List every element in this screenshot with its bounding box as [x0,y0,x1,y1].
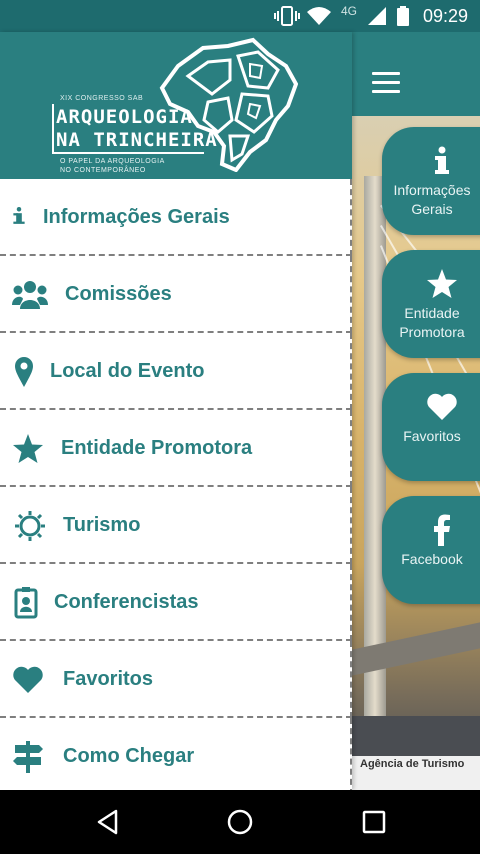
menu-item-comissoes[interactable]: Comissões [0,256,352,333]
network-type: 4G [341,4,358,18]
heart-icon [13,666,43,693]
menu-item-label: Conferencistas [54,591,199,613]
fab-label: Facebook [401,551,463,567]
wifi-icon [307,7,331,25]
logo-congress: XIX CONGRESSO SAB [60,95,144,102]
id-badge-icon [14,587,38,619]
facebook-icon [434,514,450,546]
fab-facebook[interactable]: Facebook [382,496,480,604]
photo-caption: Agência de Turismo [360,758,465,770]
logo-title-line1: ARQUEOLOGIA [56,106,193,128]
menu-item-favoritos[interactable]: Favoritos [0,641,352,718]
fab-entidade-promotora[interactable]: Entidade Promotora [382,250,480,358]
map-pin-icon [15,357,33,387]
fab-favoritos[interactable]: Favoritos [382,373,480,481]
hamburger-menu-icon[interactable] [372,72,400,94]
fab-label: Favoritos [403,428,461,444]
users-icon [12,281,48,309]
heart-icon [427,393,457,420]
menu-item-label: Como Chegar [63,745,195,767]
menu-item-como-chegar[interactable]: Como Chegar [0,718,352,790]
navigation-drawer: XIX CONGRESSO SAB ARQUEOLOGIA NA TRINCHE… [0,32,352,790]
logo-title-line2: NA TRINCHEIRA [56,129,218,151]
menu-item-informacoes-gerais[interactable]: Informações Gerais [0,179,352,256]
fab-informacoes-gerais[interactable]: Informações Gerais [382,127,480,235]
vibrate-icon [274,6,300,26]
home-icon[interactable] [226,808,254,836]
fab-label: Informações Gerais [393,182,471,217]
menu-item-conferencistas[interactable]: Conferencistas [0,564,352,641]
info-icon [13,207,25,224]
main-content: Agência de Turismo Informações Gerais En… [352,32,480,790]
status-bar: 4G 09:29 [0,0,480,32]
star-icon [13,434,43,463]
signpost-icon [13,741,43,773]
menu-item-label: Informações Gerais [43,206,230,228]
drawer-menu: Informações Gerais Comissões Local do Ev… [0,179,352,790]
battery-icon [397,6,409,26]
clock: 09:29 [422,6,468,26]
logo-subtitle-line1: O PAPEL DA ARQUEOLOGIA [60,158,165,165]
menu-item-label: Entidade Promotora [61,437,253,459]
logo-subtitle-line2: NO CONTEMPORÂNEO [60,167,146,174]
menu-item-label: Local do Evento [50,360,205,382]
menu-item-entidade-promotora[interactable]: Entidade Promotora [0,410,352,487]
star-icon [427,269,457,298]
system-navigation-bar [0,790,480,854]
menu-item-label: Comissões [65,283,172,305]
menu-item-label: Favoritos [63,668,154,690]
drawer-header: XIX CONGRESSO SAB ARQUEOLOGIA NA TRINCHE… [0,32,352,179]
sun-icon [15,511,45,541]
app-bar [352,32,480,116]
menu-item-label: Turismo [63,514,141,536]
menu-item-turismo[interactable]: Turismo [0,487,352,564]
signal-icon [368,7,386,25]
fab-label: Entidade Promotora [399,305,465,340]
menu-item-local-do-evento[interactable]: Local do Evento [0,333,352,410]
back-icon[interactable] [94,808,122,836]
recent-apps-icon[interactable] [360,808,388,836]
info-icon [435,146,449,174]
